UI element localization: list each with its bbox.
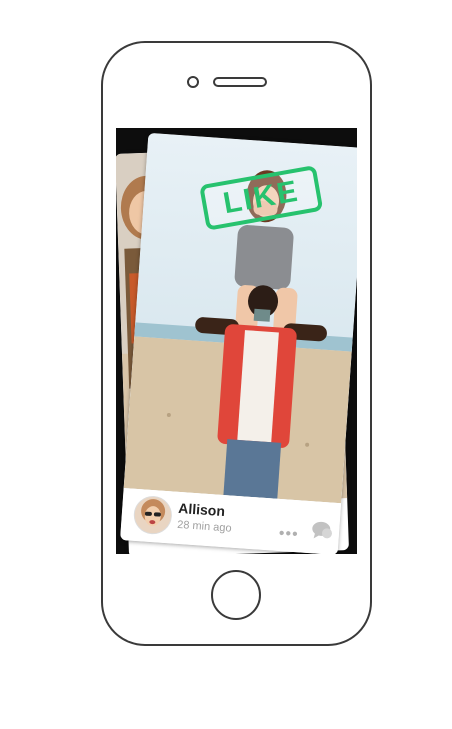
- profile-name: Allison: [177, 499, 226, 520]
- profile-last-active: 28 min ago: [176, 518, 232, 535]
- chat-bubble-icon[interactable]: [311, 519, 334, 540]
- phone-screen: LIKE Allison 28 min ago •••: [116, 128, 357, 554]
- speaker-grille: [213, 77, 267, 87]
- profile-card[interactable]: LIKE Allison 28 min ago •••: [120, 132, 357, 554]
- front-camera: [187, 76, 199, 88]
- home-button[interactable]: [211, 570, 261, 620]
- more-dots-icon[interactable]: •••: [278, 525, 299, 544]
- avatar[interactable]: [132, 494, 174, 536]
- profile-photo: LIKE: [123, 132, 357, 504]
